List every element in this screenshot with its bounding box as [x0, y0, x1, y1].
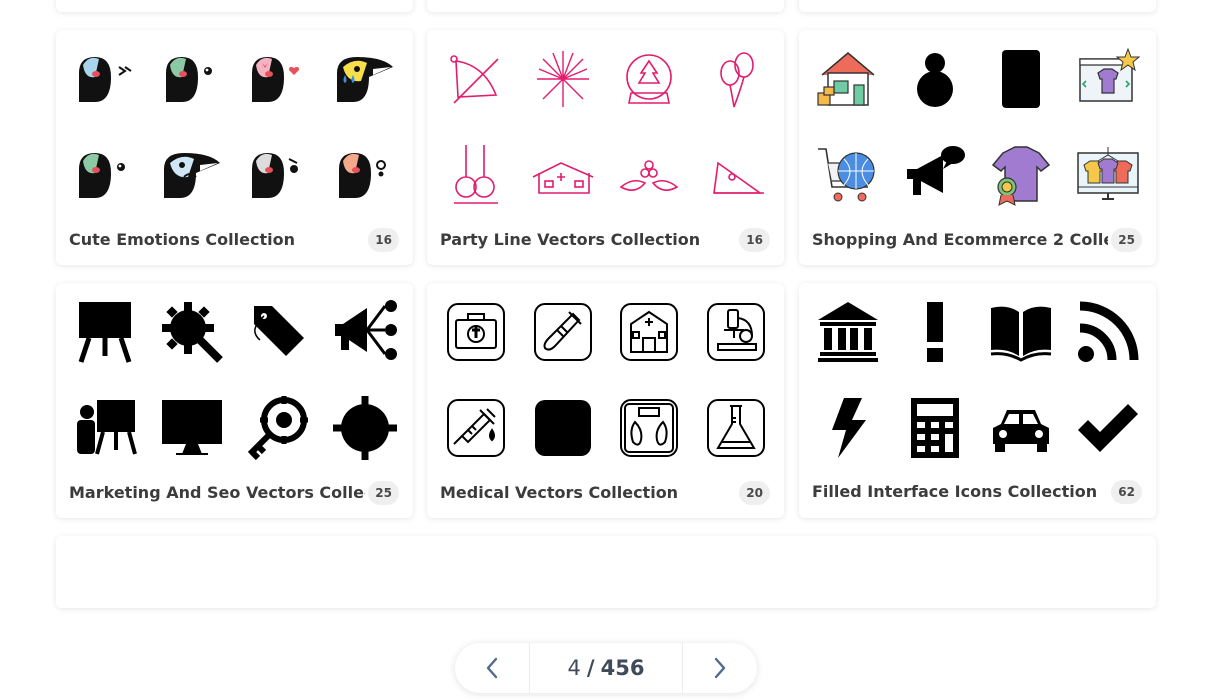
current-page[interactable]: 4 — [568, 656, 581, 680]
blank-square-icon — [531, 396, 595, 460]
test-tube-icon — [531, 300, 595, 364]
collection-card-partial[interactable] — [799, 0, 1156, 12]
collection-card-partial[interactable] — [56, 0, 413, 12]
megaphone-share-icon — [333, 300, 397, 364]
chevron-left-icon — [486, 657, 498, 679]
collection-count-badge: 62 — [1111, 480, 1142, 504]
previous-page-button[interactable] — [455, 643, 529, 693]
collection-title[interactable]: Shopping And Ecommerce 2 Collection — [812, 230, 1108, 249]
global-cart-icon — [816, 143, 880, 207]
firework-icon — [531, 47, 595, 111]
store-house-icon — [816, 47, 880, 111]
balloons-icon — [704, 47, 768, 111]
sleepy-bird-icon — [73, 47, 137, 111]
weight-scale-icon — [617, 396, 681, 460]
next-page-button[interactable] — [683, 643, 757, 693]
page-indicator: 4 / 456 — [529, 643, 683, 693]
collection-card-loading[interactable] — [56, 536, 1156, 608]
in-love-bird-icon — [246, 47, 310, 111]
collection-title[interactable]: Cute Emotions Collection — [69, 230, 365, 249]
pagination: 4 / 456 — [455, 643, 757, 693]
collection-count-badge: 25 — [1111, 228, 1142, 252]
online-clothes-store-icon — [1076, 143, 1140, 207]
collection-count-badge: 25 — [368, 481, 399, 505]
collection-card-shopping-ecommerce-2[interactable]: Shopping And Ecommerce 2 Collection 25 — [799, 30, 1156, 265]
surprised-bird-icon — [333, 143, 397, 207]
first-aid-kit-icon — [444, 300, 508, 364]
total-pages: 456 — [600, 656, 645, 680]
party-hat-side-icon — [704, 143, 768, 207]
christmas-ornaments-icon — [444, 143, 508, 207]
page-separator: / — [586, 656, 595, 680]
collection-count-badge: 16 — [739, 228, 770, 252]
collection-title[interactable]: Filled Interface Icons Collection — [812, 482, 1108, 501]
sad-bird-icon — [160, 143, 224, 207]
key-target-icon — [246, 396, 310, 460]
smartphone-icon — [989, 47, 1053, 111]
happy-bird-icon — [160, 47, 224, 111]
collection-title[interactable]: Medical Vectors Collection — [440, 483, 736, 502]
syringe-icon — [444, 396, 508, 460]
exclamation-icon — [903, 300, 967, 364]
collection-title[interactable]: Party Line Vectors Collection — [440, 230, 736, 249]
hospital-icon — [617, 300, 681, 364]
megaphone-chat-icon — [903, 143, 967, 207]
open-book-icon — [989, 300, 1053, 364]
gear-search-icon — [160, 300, 224, 364]
party-house-icon — [531, 143, 595, 207]
target-icon — [333, 396, 397, 460]
price-tag-icon — [246, 300, 310, 364]
collection-count-badge: 16 — [368, 228, 399, 252]
collection-card-party-line[interactable]: Party Line Vectors Collection 16 — [427, 30, 784, 265]
rss-feed-icon — [1076, 300, 1140, 364]
crying-bird-icon — [333, 47, 397, 111]
collection-card-filled-interface[interactable]: Filled Interface Icons Collection 62 — [799, 283, 1156, 518]
presenter-icon — [73, 396, 137, 460]
snow-globe-icon — [617, 47, 681, 111]
winking-bird-icon — [73, 143, 137, 207]
chevron-right-icon — [714, 657, 726, 679]
collection-card-marketing-seo[interactable]: Marketing And Seo Vectors Collection 25 — [56, 283, 413, 518]
collection-card-medical[interactable]: Medical Vectors Collection 20 — [427, 283, 784, 518]
user-icon — [903, 47, 967, 111]
party-hat-icon — [444, 47, 508, 111]
tshirt-quality-icon — [989, 143, 1053, 207]
lightning-icon — [816, 396, 880, 460]
collection-card-partial[interactable] — [427, 0, 784, 12]
car-icon — [989, 396, 1053, 460]
checkmark-icon — [1076, 396, 1140, 460]
flask-icon — [704, 396, 768, 460]
collection-card-cute-emotions[interactable]: Cute Emotions Collection 16 — [56, 30, 413, 265]
collection-count-badge: 20 — [739, 481, 770, 505]
online-tshirt-icon — [1076, 47, 1140, 111]
presentation-board-icon — [73, 300, 137, 364]
collection-title[interactable]: Marketing And Seo Vectors Collection — [69, 483, 365, 502]
bank-icon — [816, 300, 880, 364]
calculator-icon — [903, 396, 967, 460]
holly-icon — [617, 143, 681, 207]
monitor-icon — [160, 396, 224, 460]
angry-bird-icon — [246, 143, 310, 207]
microscope-icon — [704, 300, 768, 364]
